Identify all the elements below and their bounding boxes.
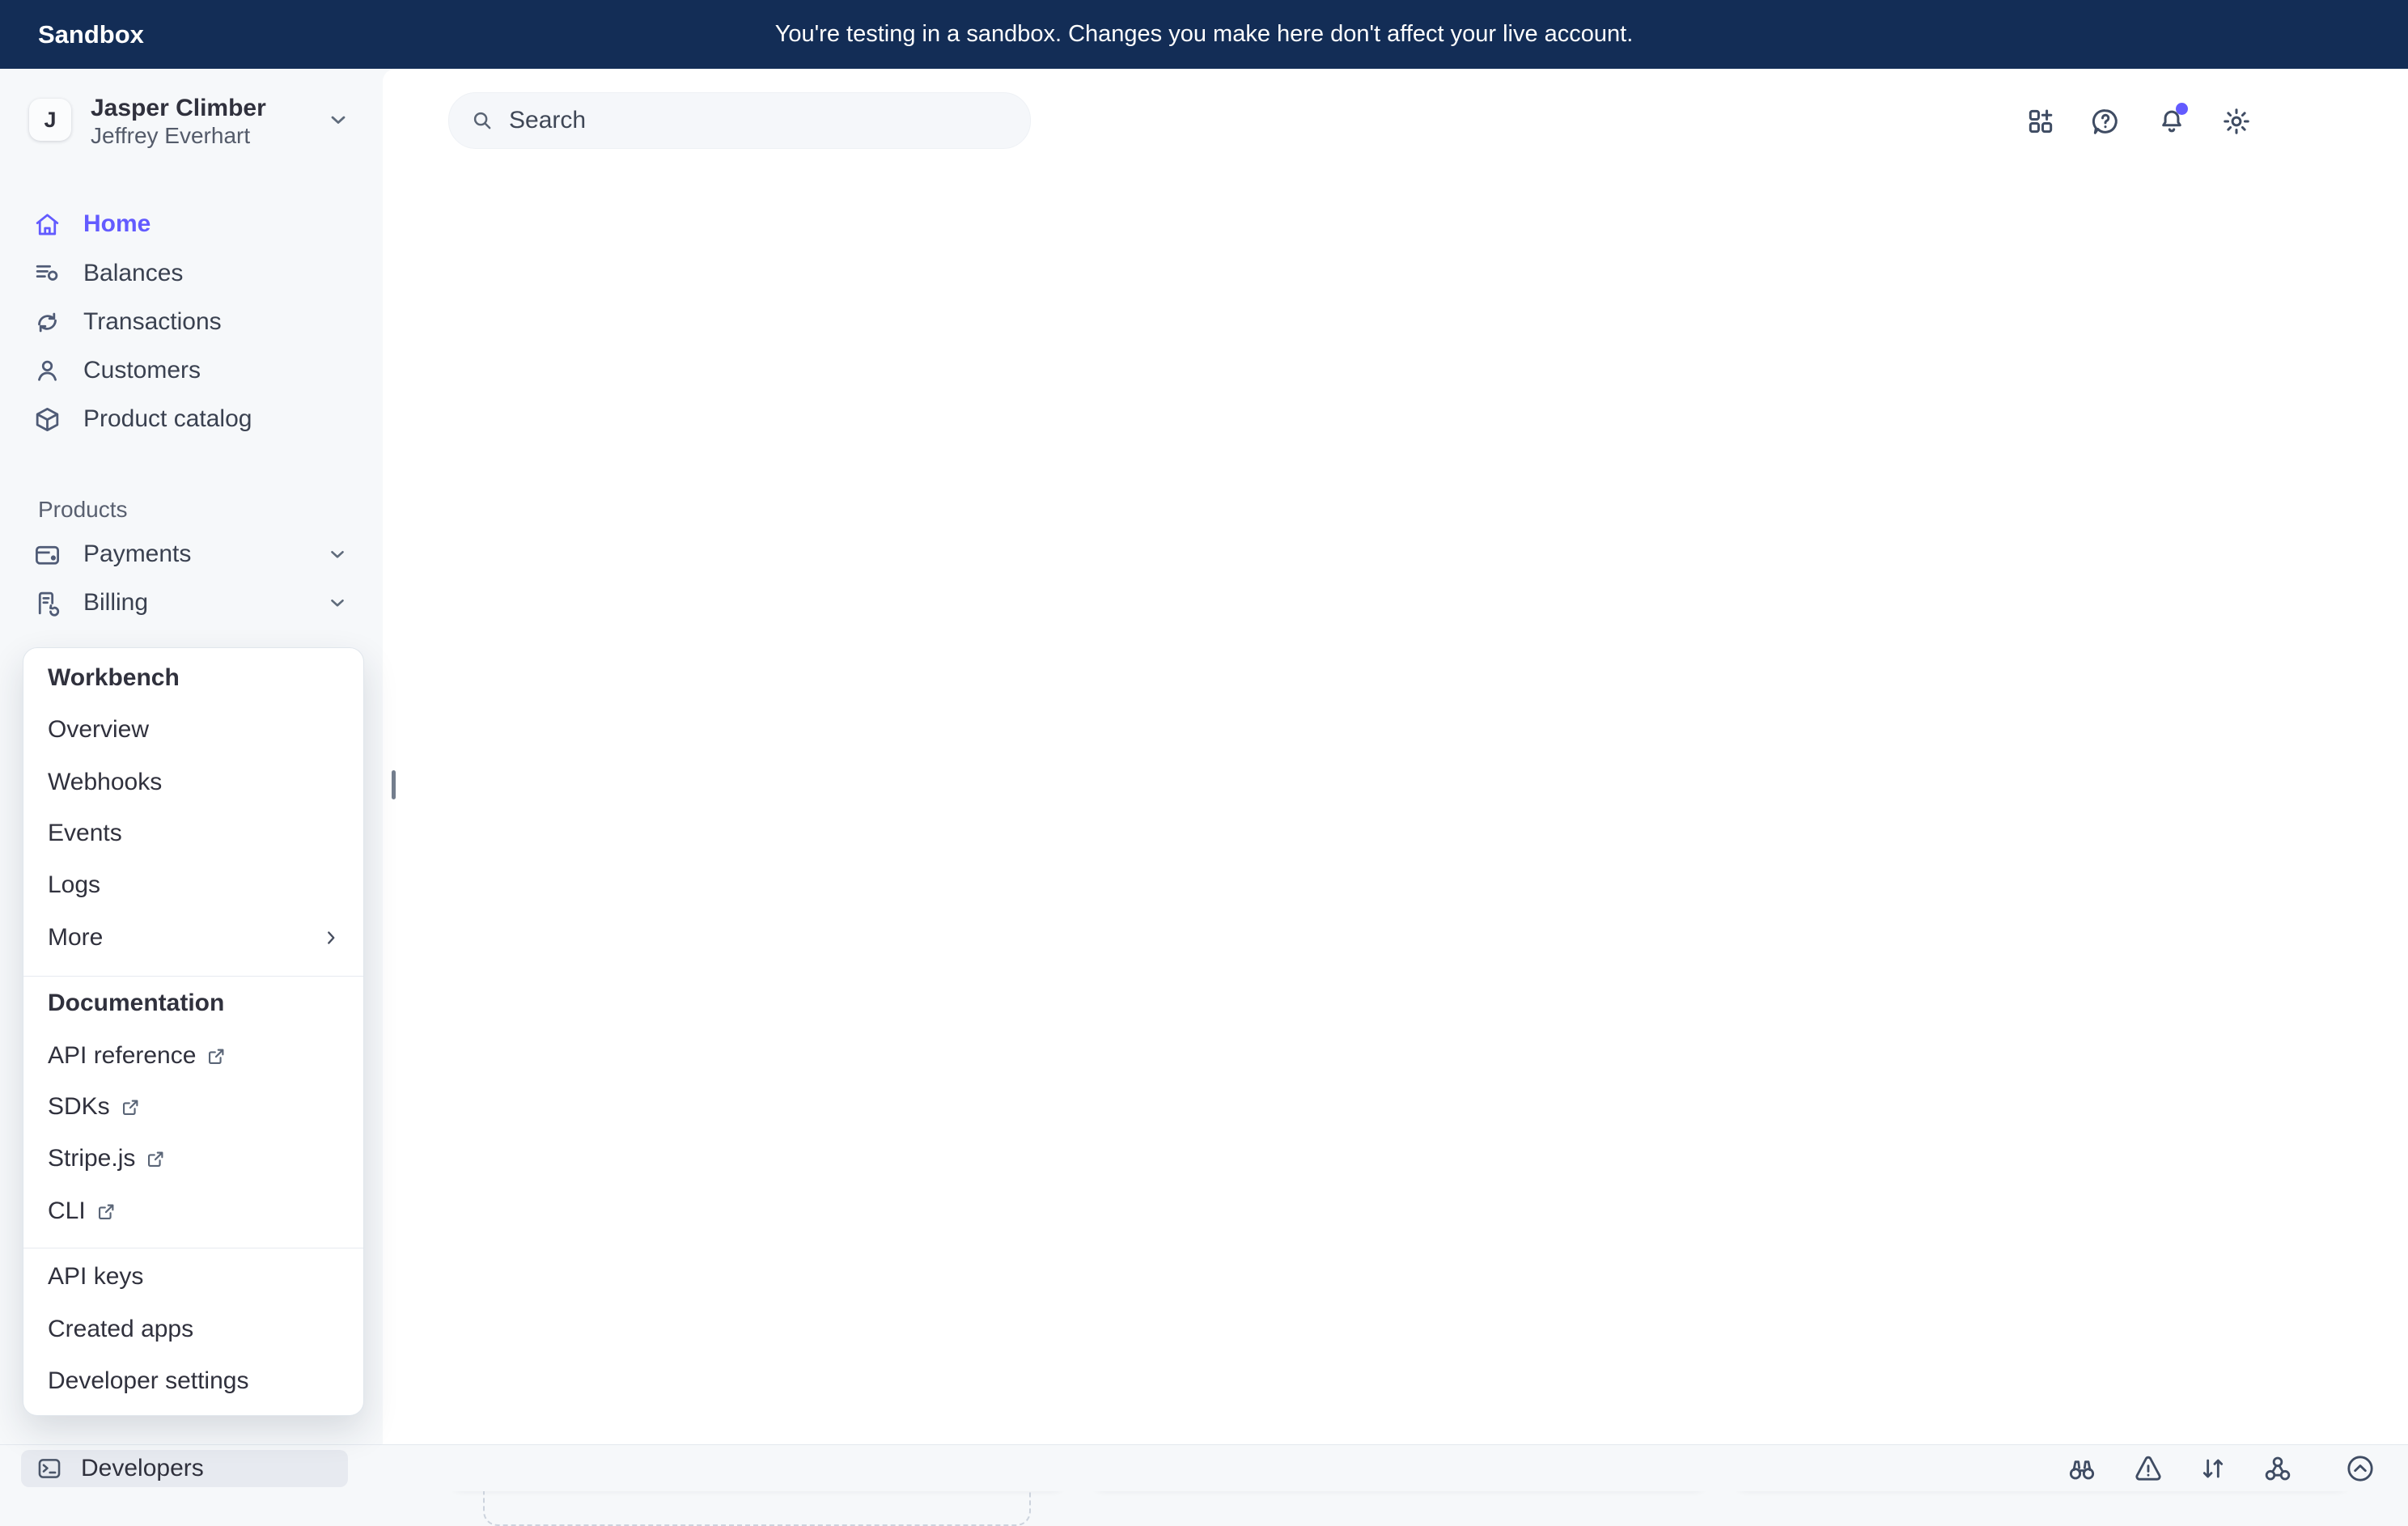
menu-item-events[interactable]: Events bbox=[23, 808, 363, 859]
customers-icon bbox=[32, 356, 62, 386]
developers-label: Developers bbox=[81, 1455, 204, 1482]
chevron-down-icon bbox=[327, 108, 350, 131]
sidebar-item-label: Product catalog bbox=[83, 405, 252, 433]
balances-icon bbox=[32, 259, 62, 289]
invoice-icon bbox=[32, 588, 62, 618]
external-link-icon bbox=[120, 1096, 142, 1118]
developers-footer-bar: Developers bbox=[0, 1444, 2408, 1491]
chevron-down-icon bbox=[327, 592, 348, 613]
errors-warning-icon[interactable] bbox=[2132, 1452, 2164, 1485]
sidebar-section-products: Products bbox=[38, 497, 128, 523]
chevron-down-icon bbox=[327, 544, 348, 565]
sidebar-item-customers[interactable]: Customers bbox=[32, 347, 356, 394]
menu-item-overview[interactable]: Overview bbox=[23, 704, 363, 756]
sidebar-item-billing[interactable]: Billing bbox=[32, 579, 356, 626]
sidebar-item-label: Billing bbox=[83, 589, 148, 617]
main-content-panel bbox=[383, 69, 2408, 1490]
sidebar-item-transactions[interactable]: Transactions bbox=[32, 299, 356, 345]
account-switcher[interactable]: J Jasper Climber Jeffrey Everhart bbox=[0, 81, 372, 159]
chevron-right-icon bbox=[320, 927, 341, 948]
sidebar-item-balances[interactable]: Balances bbox=[32, 250, 356, 297]
menu-divider bbox=[23, 976, 363, 977]
avatar: J bbox=[29, 99, 71, 141]
menu-item-created-apps[interactable]: Created apps bbox=[23, 1303, 363, 1355]
inspector-binoculars-icon[interactable] bbox=[2066, 1452, 2098, 1485]
menu-item-more[interactable]: More bbox=[23, 912, 363, 964]
api-requests-sort-icon[interactable] bbox=[2197, 1452, 2229, 1485]
settings-gear-icon[interactable] bbox=[2221, 106, 2252, 137]
webhook-icon[interactable] bbox=[2262, 1452, 2294, 1485]
account-name: Jasper Climber bbox=[91, 95, 266, 122]
transactions-icon bbox=[32, 307, 62, 337]
apps-grid-icon[interactable] bbox=[2025, 106, 2056, 137]
notifications-bell-icon[interactable] bbox=[2156, 106, 2187, 137]
home-icon bbox=[32, 210, 62, 239]
external-link-icon bbox=[206, 1045, 227, 1067]
developers-menu: Workbench Overview Webhooks Events Logs … bbox=[23, 647, 364, 1416]
sandbox-banner-brand: Sandbox bbox=[38, 0, 144, 69]
search-icon bbox=[470, 108, 494, 133]
box-icon bbox=[32, 405, 62, 434]
sidebar-item-label: Payments bbox=[83, 540, 191, 568]
external-link-icon bbox=[145, 1148, 167, 1170]
sandbox-banner-message: You're testing in a sandbox. Changes you… bbox=[0, 0, 2408, 69]
sidebar-item-label: Balances bbox=[83, 260, 183, 287]
account-org: Jeffrey Everhart bbox=[91, 123, 250, 149]
collapse-panel-icon[interactable] bbox=[2344, 1452, 2376, 1485]
menu-item-api-reference[interactable]: API reference bbox=[23, 1030, 363, 1082]
menu-item-cli[interactable]: CLI bbox=[23, 1185, 363, 1237]
sidebar-item-label: Transactions bbox=[83, 308, 222, 336]
sidebar-item-product-catalog[interactable]: Product catalog bbox=[32, 396, 356, 443]
sidebar-item-label: Customers bbox=[83, 357, 201, 384]
sidebar-resize-handle[interactable] bbox=[392, 770, 396, 799]
menu-item-stripejs[interactable]: Stripe.js bbox=[23, 1133, 363, 1185]
avatar-initial: J bbox=[44, 108, 56, 133]
external-link-icon bbox=[95, 1201, 117, 1223]
sandbox-banner: You're testing in a sandbox. Changes you… bbox=[0, 0, 2408, 69]
notification-dot bbox=[2176, 103, 2188, 115]
sidebar-item-home[interactable]: Home bbox=[32, 201, 356, 248]
sidebar-item-label: Home bbox=[83, 210, 150, 238]
menu-item-webhooks[interactable]: Webhooks bbox=[23, 757, 363, 808]
menu-header-workbench: Workbench bbox=[23, 652, 363, 704]
sidebar-item-payments[interactable]: Payments bbox=[32, 531, 356, 578]
menu-item-developer-settings[interactable]: Developer settings bbox=[23, 1355, 363, 1407]
menu-item-api-keys[interactable]: API keys bbox=[23, 1251, 363, 1303]
wallet-icon bbox=[32, 540, 62, 570]
search-input[interactable] bbox=[507, 93, 1012, 148]
help-icon[interactable] bbox=[2090, 106, 2121, 137]
search-bar[interactable] bbox=[448, 92, 1031, 149]
terminal-icon bbox=[36, 1455, 63, 1482]
developers-toggle[interactable]: Developers bbox=[21, 1450, 348, 1487]
menu-item-logs[interactable]: Logs bbox=[23, 859, 363, 911]
menu-header-documentation: Documentation bbox=[23, 977, 363, 1029]
menu-item-sdks[interactable]: SDKs bbox=[23, 1081, 363, 1133]
